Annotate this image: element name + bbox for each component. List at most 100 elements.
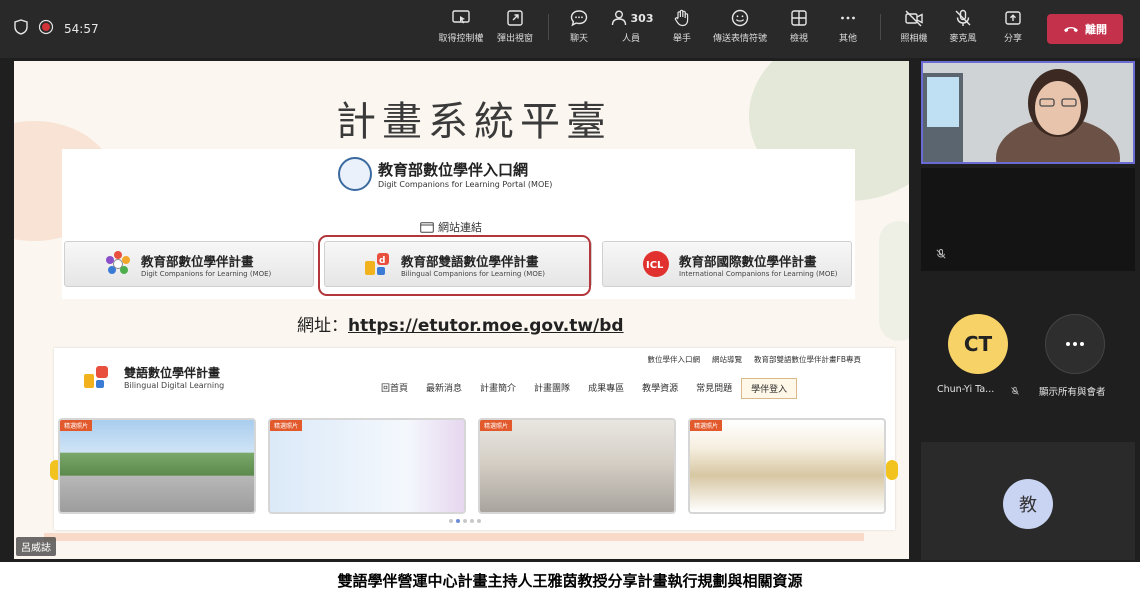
- project-international-companions: ICL 教育部國際數位學伴計畫 International Companions…: [602, 241, 852, 287]
- site-nav-item: 計畫團隊: [534, 384, 571, 394]
- meeting-timer: 54:57: [64, 22, 99, 36]
- mic-off-icon: [1011, 386, 1019, 395]
- people-count: 303: [630, 11, 654, 25]
- site-nav-item: 最新消息: [426, 384, 463, 394]
- browser-icon: [420, 221, 434, 233]
- chat-label: 聊天: [569, 34, 588, 44]
- slide-decoration: [879, 221, 909, 341]
- reactions-button[interactable]: 傳送表情符號: [708, 8, 772, 52]
- caption-bar: 雙語學伴營運中心計畫主持人王雅茵教授分享計畫執行規劃與相關資源: [0, 562, 1140, 611]
- carousel-dot: [463, 519, 467, 523]
- carousel-photo: 精選照片: [268, 418, 466, 514]
- raise-hand-label: 舉手: [672, 34, 691, 44]
- participant-video-tile[interactable]: [921, 61, 1135, 164]
- pop-out-icon: [507, 10, 523, 26]
- url-line: 網址：https://etutor.moe.gov.tw/bd: [297, 311, 624, 336]
- share-button[interactable]: 分享: [998, 8, 1028, 52]
- recording-icon: [38, 19, 54, 39]
- flower-logo-icon: [106, 251, 130, 274]
- site-brand-subtitle: Bilingual Digital Learning: [124, 381, 225, 390]
- mic-button[interactable]: 麥克風: [944, 8, 982, 52]
- project-name: 教育部國際數位學伴計畫: [679, 253, 817, 269]
- pop-out-label: 彈出視窗: [496, 34, 533, 44]
- site-nav-item: 計畫簡介: [480, 384, 517, 394]
- mic-off-icon: [955, 9, 971, 26]
- camera-button[interactable]: 照相機: [895, 8, 933, 52]
- project-digit-companions: 教育部數位學伴計畫 Digit Companions for Learning …: [64, 241, 314, 287]
- portal-header: 教育部數位學伴入口網 Digit Companions for Learning…: [338, 157, 552, 191]
- more-label: 其他: [838, 34, 857, 44]
- chat-icon: [570, 10, 588, 27]
- meeting-window: 54:57 取得控制權 彈出視窗 聊天 303 人員 舉手 傳送表情符號 檢視 …: [0, 0, 1140, 611]
- people-icon-group: 303: [609, 8, 654, 28]
- presenter-name-tag: 呂威誌: [16, 537, 56, 556]
- site-nav-item: 回首頁: [381, 384, 409, 394]
- bd-logo-icon: [84, 366, 108, 388]
- shared-screen: 計畫系統平臺 教育部數位學伴入口網 Digit Companions for L…: [14, 61, 909, 559]
- photo-tag: 精選照片: [480, 420, 513, 431]
- reactions-label: 傳送表情符號: [712, 34, 767, 44]
- take-control-label: 取得控制權: [438, 34, 484, 44]
- shield-icon[interactable]: [14, 19, 28, 39]
- carousel-photo: 精選照片: [58, 418, 256, 514]
- highlight-frame: [318, 235, 591, 296]
- project-en: Digit Companions for Learning (MOE): [141, 269, 272, 278]
- project-text: 教育部數位學伴計畫 Digit Companions for Learning …: [141, 251, 271, 278]
- photo-tag: 精選照片: [690, 420, 723, 431]
- hand-icon: [674, 9, 689, 27]
- site-brand-title: 雙語數位學伴計畫: [124, 366, 221, 380]
- chat-button[interactable]: 聊天: [562, 8, 596, 52]
- share-icon: [1005, 11, 1021, 25]
- grid-view-icon: [791, 10, 807, 26]
- carousel-dot: [470, 519, 474, 523]
- site-nav-item: 成果專區: [588, 384, 625, 394]
- more-icon: [1066, 342, 1084, 346]
- carousel-photo: 精選照片: [478, 418, 676, 514]
- site-nav-item: 常見問題: [696, 384, 733, 394]
- site-nav: 回首頁 最新消息 計畫簡介 計畫團隊 成果專區 教學資源 常見問題 學伴登入: [372, 378, 798, 399]
- site-nav-item: 教學資源: [642, 384, 679, 394]
- svg-text:ICL: ICL: [646, 260, 664, 271]
- people-button[interactable]: 303 人員: [608, 8, 654, 52]
- site-nav-login: 學伴登入: [741, 378, 798, 399]
- link-caption-text: 網站連結: [438, 221, 482, 234]
- moe-seal-logo: [338, 157, 372, 191]
- carousel-dot: [456, 519, 460, 523]
- leave-button[interactable]: 離開: [1047, 14, 1123, 44]
- photo-tag: 精選照片: [270, 420, 303, 431]
- take-control-icon: [452, 10, 470, 24]
- url-link: https://etutor.moe.gov.tw/bd: [348, 316, 624, 336]
- view-button[interactable]: 檢視: [784, 8, 814, 52]
- smiley-icon: [731, 9, 749, 27]
- self-view-tile[interactable]: 教: [921, 442, 1135, 560]
- show-all-participants-button[interactable]: [1045, 314, 1105, 374]
- mic-label: 麥克風: [949, 34, 977, 44]
- meeting-toolbar: 54:57 取得控制權 彈出視窗 聊天 303 人員 舉手 傳送表情符號 檢視 …: [0, 0, 1140, 58]
- participant-tile-video-off[interactable]: [921, 168, 1135, 271]
- pop-out-button[interactable]: 彈出視窗: [492, 8, 538, 52]
- slide-title: 計畫系統平臺: [336, 99, 612, 145]
- take-control-button[interactable]: 取得控制權: [436, 8, 486, 52]
- project-en: International Companions for Learning (M…: [679, 269, 838, 278]
- participant-name: Chun-Yi Ta...: [937, 384, 995, 395]
- raise-hand-button[interactable]: 舉手: [666, 8, 698, 52]
- camera-label: 照相機: [900, 34, 928, 44]
- portal-subtitle: Digit Companions for Learning Portal (MO…: [378, 180, 553, 189]
- show-all-participants-label: 顯示所有與會者: [1039, 387, 1106, 398]
- portal-heading: 教育部數位學伴入口網 Digit Companions for Learning…: [378, 159, 552, 189]
- project-name: 教育部數位學伴計畫: [141, 253, 254, 269]
- link-caption: 網站連結: [420, 219, 482, 235]
- share-label: 分享: [1003, 34, 1022, 44]
- participant-roster: CT Chun-Yi Ta... 顯示所有與會者: [921, 276, 1135, 436]
- toolbar-divider: [548, 14, 549, 40]
- mic-off-icon: [936, 249, 946, 259]
- participant-avatar[interactable]: CT: [948, 314, 1008, 374]
- more-button[interactable]: 其他: [833, 8, 863, 52]
- self-avatar: 教: [1003, 479, 1053, 529]
- camera-off-icon: [905, 10, 923, 27]
- carousel-dot: [449, 519, 453, 523]
- site-brand-text: 雙語數位學伴計畫 Bilingual Digital Learning: [124, 364, 224, 390]
- toolbar-divider: [880, 14, 881, 40]
- icl-logo-icon: ICL: [643, 251, 669, 277]
- people-label: 人員: [621, 34, 640, 44]
